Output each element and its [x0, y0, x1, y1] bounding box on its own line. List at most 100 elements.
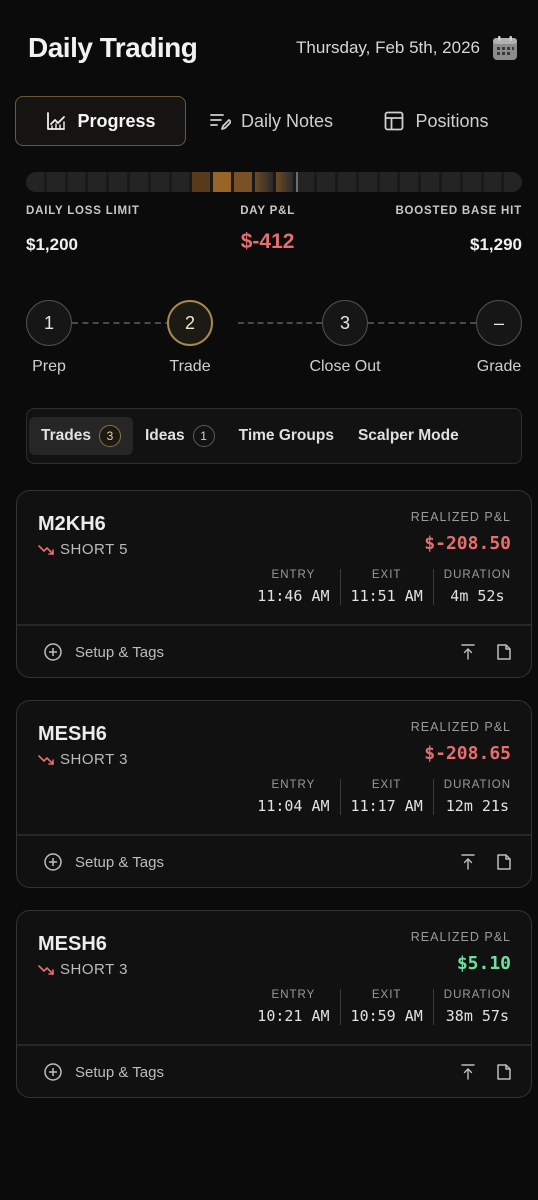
trade-symbol: M2KH6: [38, 513, 106, 535]
progress-segment: [358, 172, 377, 192]
step-label: Prep: [32, 358, 66, 375]
step-trade[interactable]: 2 Trade: [167, 300, 213, 376]
realized-pnl-label: REALIZED P&L: [410, 930, 511, 944]
daily-stats: DAILY LOSS LIMIT $1,200 DAY P&L $-412 BO…: [26, 205, 522, 255]
progress-segment: [379, 172, 398, 192]
card-divider: [17, 1044, 531, 1046]
stat-label: BOOSTED BASE HIT: [395, 205, 522, 217]
subtab-time-groups[interactable]: Time Groups: [227, 417, 346, 455]
trade-times: ENTRY 10:21 AM EXIT 10:59 AM DURATION 38…: [247, 989, 511, 1025]
duration-value: 12m 21s: [445, 797, 509, 815]
card-divider: [17, 834, 531, 836]
trade-direction: SHORT 3: [38, 751, 128, 768]
duration-label: DURATION: [443, 989, 511, 1001]
duration-value: 38m 57s: [445, 1007, 509, 1025]
exit-time: 11:17 AM: [350, 797, 423, 815]
stat-label: DAILY LOSS LIMIT: [26, 205, 140, 217]
setup-tags-button[interactable]: Setup & Tags: [43, 852, 164, 872]
progress-segment: [441, 172, 460, 192]
page-title: Daily Trading: [28, 32, 198, 63]
realized-pnl-value: $-208.50: [424, 533, 511, 554]
duration-value: 4m 52s: [450, 587, 505, 605]
progress-segment-filled: [254, 172, 273, 192]
realized-pnl-label: REALIZED P&L: [410, 720, 511, 734]
main-tabs: Progress Daily Notes Positions: [15, 95, 523, 147]
date-text: Thursday, Feb 5th, 2026: [296, 38, 480, 57]
exit-label: EXIT: [371, 569, 402, 581]
document-icon[interactable]: [495, 853, 513, 871]
exit-time: 11:51 AM: [350, 587, 423, 605]
subtab-ideas[interactable]: Ideas 1: [133, 417, 227, 455]
card-footer: Setup & Tags: [43, 1059, 513, 1085]
realized-pnl-label: REALIZED P&L: [410, 510, 511, 524]
duration-label: DURATION: [443, 569, 511, 581]
setup-tags-label: Setup & Tags: [75, 853, 164, 871]
exit-label: EXIT: [371, 779, 402, 791]
date-picker[interactable]: Thursday, Feb 5th, 2026: [296, 35, 518, 61]
workflow-stepper: 1 Prep 2 Trade 3 Close Out – Grade: [26, 300, 522, 380]
entry-time: 11:04 AM: [257, 797, 330, 815]
trend-down-icon: [38, 754, 54, 765]
progress-segment: [462, 172, 481, 192]
card-divider: [17, 624, 531, 626]
subtab-label: Ideas: [144, 427, 185, 444]
entry-col: ENTRY 11:04 AM: [247, 779, 339, 815]
count-badge: 1: [192, 425, 215, 447]
trade-card[interactable]: MESH6 SHORT 3 REALIZED P&L $-208.65 ENTR…: [16, 700, 532, 888]
card-actions: [459, 643, 513, 661]
document-icon[interactable]: [495, 1063, 513, 1081]
tab-positions[interactable]: Positions: [356, 96, 516, 146]
progress-segment: [317, 172, 335, 192]
progress-segment: [171, 172, 190, 192]
duration-col: DURATION 38m 57s: [432, 989, 511, 1025]
loss-limit-progress-bar: [26, 172, 522, 192]
share-upload-icon[interactable]: [459, 643, 477, 661]
progress-segment-filled: [213, 172, 231, 192]
step-prep[interactable]: 1 Prep: [26, 300, 72, 376]
entry-col: ENTRY 10:21 AM: [247, 989, 339, 1025]
progress-segment-filled: [192, 172, 211, 192]
direction-text: SHORT 5: [60, 541, 128, 558]
calendar-icon[interactable]: [492, 35, 518, 61]
setup-tags-button[interactable]: Setup & Tags: [43, 642, 164, 662]
trade-card[interactable]: MESH6 SHORT 3 REALIZED P&L $5.10 ENTRY 1…: [16, 910, 532, 1098]
trend-down-icon: [38, 964, 54, 975]
progress-segment: [67, 172, 86, 192]
exit-label: EXIT: [371, 989, 402, 1001]
stat-boosted-base-hit: BOOSTED BASE HIT $1,290: [395, 205, 522, 255]
exit-time: 10:59 AM: [350, 1007, 423, 1025]
tab-progress[interactable]: Progress: [15, 96, 186, 146]
exit-col: EXIT 11:51 AM: [339, 569, 433, 605]
tab-label: Positions: [415, 110, 489, 131]
realized-pnl-value: $5.10: [456, 953, 511, 974]
trend-down-icon: [38, 544, 54, 555]
stat-daily-loss-limit: DAILY LOSS LIMIT $1,200: [26, 205, 140, 255]
trade-card[interactable]: M2KH6 SHORT 5 REALIZED P&L $-208.50 ENTR…: [16, 490, 532, 678]
direction-text: SHORT 3: [60, 751, 128, 768]
progress-segment: [504, 172, 522, 192]
step-connector: [368, 322, 476, 324]
entry-label: ENTRY: [271, 569, 316, 581]
duration-label: DURATION: [443, 779, 511, 791]
trade-direction: SHORT 3: [38, 961, 128, 978]
progress-segment: [337, 172, 356, 192]
progress-segment: [150, 172, 169, 192]
step-number: 1: [26, 300, 72, 346]
subtab-scalper-mode[interactable]: Scalper Mode: [346, 417, 471, 455]
progress-segment: [109, 172, 127, 192]
tab-label: Progress: [77, 110, 156, 131]
step-grade[interactable]: – Grade: [476, 300, 522, 376]
card-footer: Setup & Tags: [43, 849, 513, 875]
share-upload-icon[interactable]: [459, 1063, 477, 1081]
entry-time: 10:21 AM: [257, 1007, 330, 1025]
step-close-out[interactable]: 3 Close Out: [309, 300, 381, 376]
stat-value: $1,200: [26, 235, 78, 254]
document-icon[interactable]: [495, 643, 513, 661]
share-upload-icon[interactable]: [459, 853, 477, 871]
card-actions: [459, 1063, 513, 1081]
chart-line-icon: [47, 112, 66, 130]
tab-daily-notes[interactable]: Daily Notes: [186, 96, 356, 146]
subtab-trades[interactable]: Trades 3: [29, 417, 133, 455]
setup-tags-button[interactable]: Setup & Tags: [43, 1062, 164, 1082]
step-label: Grade: [476, 358, 522, 375]
